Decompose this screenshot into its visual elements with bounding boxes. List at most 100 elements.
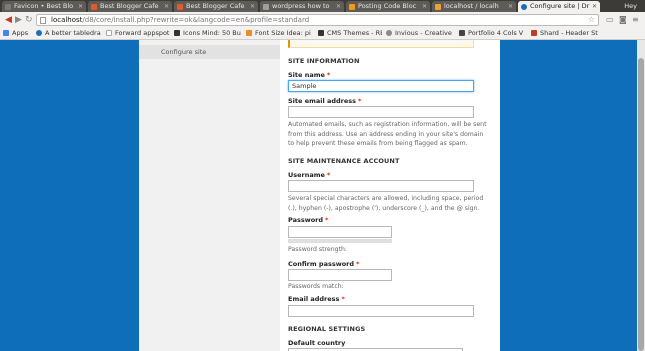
cms-themes-icon (318, 30, 324, 36)
tab-title: Favicon • Best Blo (14, 2, 74, 10)
password-strength-bar (288, 239, 392, 243)
bookmark-item[interactable]: CMS Themes - RE (318, 28, 382, 39)
description-line: (.), hyphen (-), apostrophe ('), undersc… (288, 204, 480, 212)
email-address-label: Email address * (288, 295, 345, 303)
close-tab-icon[interactable]: ✕ (592, 1, 597, 12)
browser-tab[interactable]: Best Blogger Cafe ✕ (88, 1, 172, 12)
required-marker: * (341, 295, 345, 303)
tab-title: wordpress how to (272, 2, 330, 10)
tab-favicon-icon (5, 4, 11, 10)
page-scrollbar-thumb[interactable] (638, 58, 644, 351)
bookmark-label: Shard - Header St (540, 29, 598, 37)
browser-tab-active[interactable]: Configure site | Dr ✕ (518, 1, 600, 12)
password-label: Password * (288, 216, 328, 224)
tab-favicon-icon (263, 4, 269, 10)
required-marker: * (326, 171, 331, 179)
tab-title: localhost / localh (444, 2, 499, 10)
bookmark-item[interactable]: Invious - Creative (386, 28, 454, 39)
tab-title: Best Blogger Cafe (100, 2, 159, 10)
close-tab-icon[interactable]: ✕ (508, 1, 513, 12)
email-address-label-text: Email address (288, 295, 340, 303)
address-bar[interactable]: localhost/d8/core/install.php?rewrite=ok… (36, 14, 599, 26)
required-marker: * (325, 216, 329, 224)
site-name-input[interactable]: Sample (288, 80, 474, 92)
required-marker: * (356, 260, 360, 268)
icons-mind-icon (174, 30, 180, 36)
required-marker: * (358, 97, 362, 105)
bookmark-label: Forward appspot (115, 29, 170, 37)
reload-icon[interactable]: ↻ (25, 14, 33, 26)
site-email-description: Automated emails, such as registration i… (288, 120, 498, 149)
browser-tab[interactable]: localhost / localh ✕ (432, 1, 516, 12)
bookmark-item[interactable]: Portfolio 4 Cols V (459, 28, 531, 39)
browser-tab[interactable]: Posting Code Bloc ✕ (346, 1, 430, 12)
tab-favicon-icon (91, 4, 97, 10)
site-email-input[interactable] (288, 106, 474, 118)
password-label-text: Password (288, 216, 324, 224)
site-name-label: Site name * (288, 71, 330, 79)
menu-icon[interactable]: ≡ (632, 15, 639, 25)
warning-message (288, 40, 474, 48)
passwords-match-text: Passwords match: (288, 283, 344, 290)
page-info-icon[interactable] (40, 17, 46, 24)
page-icon (106, 30, 112, 36)
bookmark-apps[interactable]: Apps (3, 28, 35, 39)
browser-tab-strip: Favicon • Best Blo ✕ Best Blogger Cafe ✕ B… (0, 0, 645, 12)
bookmark-label: Apps (12, 29, 29, 37)
bookmark-label: Invious - Creative (395, 29, 452, 37)
forward-arrow-icon[interactable]: ▶ (15, 14, 22, 26)
installer-panel: Configure site SITE INFORMATION Site nam… (139, 40, 500, 351)
username-input[interactable] (288, 180, 474, 192)
bookmark-label: Icons Mind: 50 Bu (183, 29, 241, 37)
drupal-icon (36, 30, 42, 36)
camera-icon[interactable]: ◙ (619, 15, 627, 25)
confirm-password-label-text: Confirm password (288, 260, 355, 268)
confirm-password-label: Confirm password * (288, 260, 359, 268)
description-line: to help prevent these emails from being … (288, 140, 468, 147)
bookmarks-bar: Apps A better tabledra Forward appspot I… (0, 28, 645, 40)
username-description: Several special characters are allowed, … (288, 194, 498, 213)
close-tab-icon[interactable]: ✕ (422, 1, 427, 12)
close-tab-icon[interactable]: ✕ (250, 1, 255, 12)
invious-icon (386, 30, 392, 36)
close-tab-icon[interactable]: ✕ (336, 1, 341, 12)
username-label-text: Username (288, 171, 325, 179)
site-name-label-text: Site name (288, 71, 325, 79)
bookmark-label: Font Size Idea: pi (255, 29, 311, 37)
bookmark-item[interactable]: Shard - Header St (531, 28, 601, 39)
bookmark-item[interactable]: A better tabledra (36, 28, 104, 39)
cast-icon[interactable]: ▭ (606, 15, 614, 25)
apps-grid-icon (3, 30, 9, 36)
close-tab-icon[interactable]: ✕ (164, 1, 169, 12)
browser-tab[interactable]: wordpress how to ✕ (260, 1, 344, 12)
back-arrow-icon[interactable]: ◀ (5, 14, 12, 26)
bookmark-label: Portfolio 4 Cols V (468, 29, 524, 37)
site-email-label-text: Site email address (288, 97, 357, 105)
bookmark-item[interactable]: Font Size Idea: pi (246, 28, 316, 39)
email-address-input[interactable] (288, 305, 474, 317)
tab-title: Best Blogger Cafe (186, 2, 245, 10)
bookmark-item[interactable]: Icons Mind: 50 Bu (174, 28, 244, 39)
close-tab-icon[interactable]: ✕ (78, 1, 83, 12)
description-line: from this address. Use an address ending… (288, 130, 484, 138)
url-host: localhost (51, 16, 83, 24)
browser-tab[interactable]: Best Blogger Cafe ✕ (174, 1, 258, 12)
bookmark-star-icon[interactable]: ☆ (588, 15, 595, 25)
password-input[interactable] (288, 226, 392, 238)
bookmark-item[interactable]: Forward appspot (106, 28, 174, 39)
profile-user-label[interactable]: Hey (624, 1, 637, 11)
description-line: Automated emails, such as registration i… (288, 121, 487, 128)
tab-favicon-icon (177, 4, 183, 10)
tab-favicon-icon (349, 4, 355, 10)
site-information-heading: SITE INFORMATION (288, 57, 360, 65)
step-configure-site: Configure site (139, 45, 280, 59)
browser-tab[interactable]: Favicon • Best Blo ✕ (2, 1, 86, 12)
description-line: Several special characters are allowed, … (288, 195, 484, 202)
maintenance-account-heading: SITE MAINTENANCE ACCOUNT (288, 157, 400, 165)
url-path: /d8/core/install.php?rewrite=ok&langcode… (82, 16, 310, 24)
confirm-password-input[interactable] (288, 269, 392, 281)
default-country-label: Default country (288, 339, 346, 347)
tab-favicon-icon (435, 4, 441, 10)
portfolio-icon (459, 30, 465, 36)
tab-title: Configure site | Dr (530, 2, 590, 10)
